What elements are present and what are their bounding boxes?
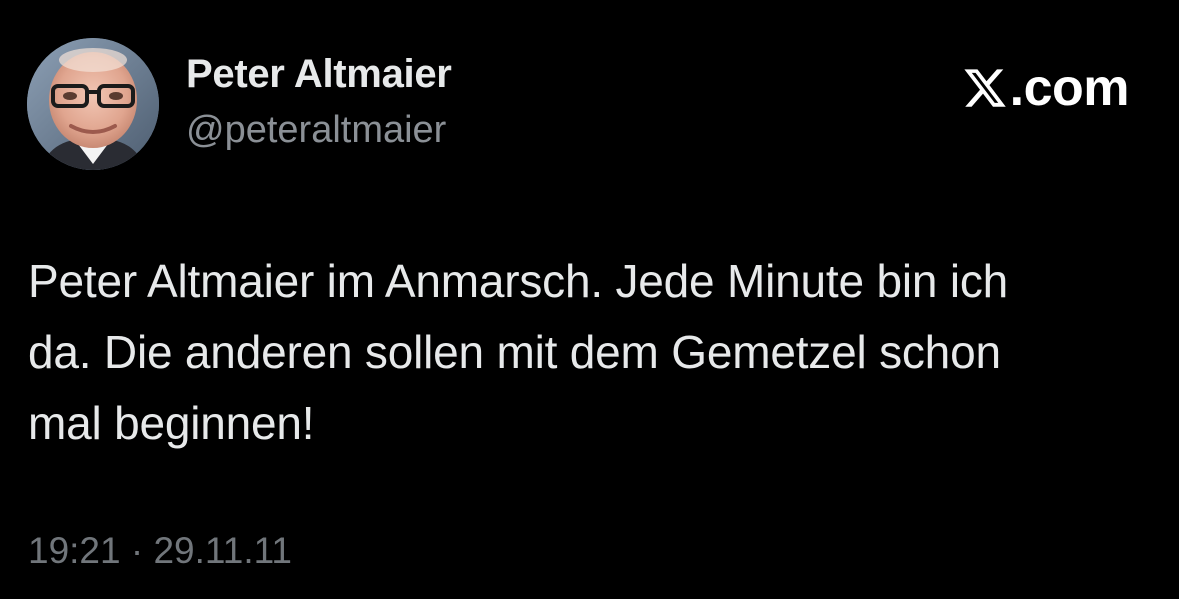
brand-domain-text: .com xyxy=(1009,59,1130,117)
x-logo-icon xyxy=(964,69,1006,107)
tweet-card: Peter Altmaier @peteraltmaier .com Peter… xyxy=(0,0,1179,599)
avatar[interactable] xyxy=(27,38,159,170)
brand-logo: .com xyxy=(962,58,1130,118)
author-handle[interactable]: @peteraltmaier xyxy=(186,109,446,152)
tweet-timestamp[interactable]: 19:21 · 29.11.11 xyxy=(28,530,292,572)
avatar-photo-icon xyxy=(27,38,159,170)
tweet-text-line: da. Die anderen sollen mit dem Gemetzel … xyxy=(28,326,1001,378)
tweet-text-line: Peter Altmaier im Anmarsch. Jede Minute … xyxy=(28,255,1009,307)
author-name[interactable]: Peter Altmaier xyxy=(186,52,452,97)
tweet-text: Peter Altmaier im Anmarsch. Jede Minute … xyxy=(28,246,1148,459)
tweet-text-line: mal beginnen! xyxy=(28,397,315,449)
